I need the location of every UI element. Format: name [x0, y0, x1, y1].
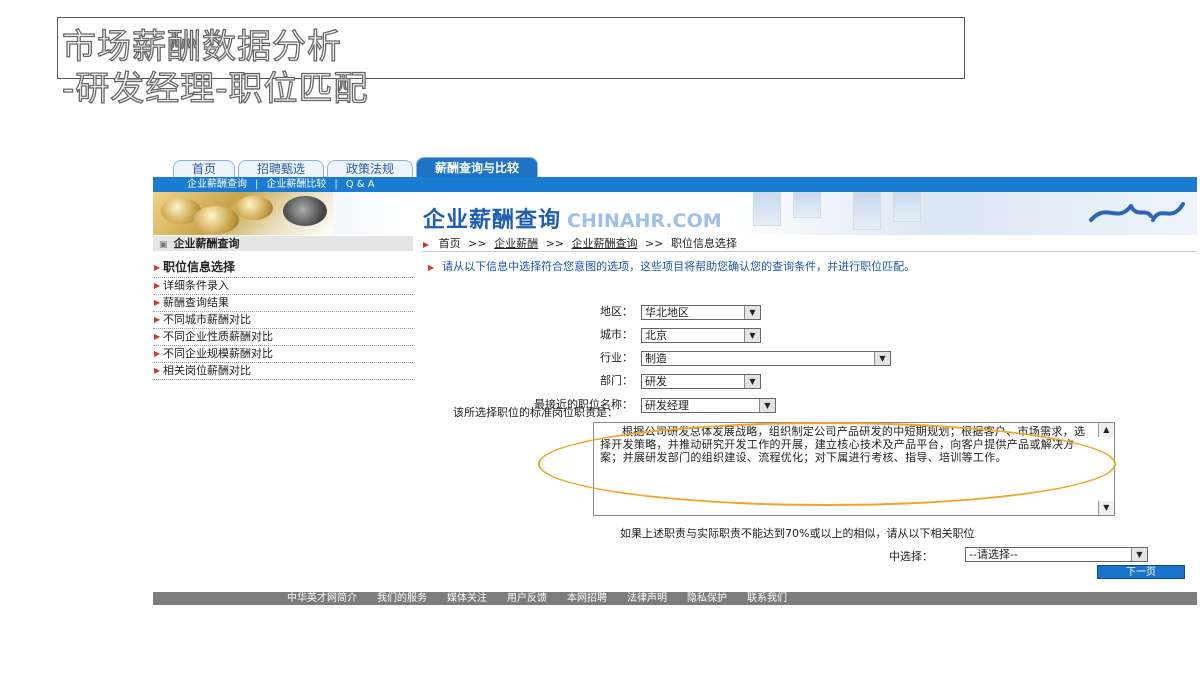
department-select[interactable]: 研发 ▼	[641, 374, 761, 389]
responsibility-textarea[interactable]: 根据公司研发总体发展战略，组织制定公司产品研发的中短期规划；根据客户、市场需求，…	[593, 422, 1115, 516]
bullet-icon: ▶	[154, 281, 161, 290]
site-logo	[1087, 198, 1187, 235]
chinahr-logo-icon	[1089, 202, 1185, 222]
responsibility-text: 根据公司研发总体发展战略，组织制定公司产品研发的中短期规划；根据客户、市场需求，…	[600, 425, 1086, 464]
sub-navigation: 企业薪酬查询 | 企业薪酬比较 | Q & A	[153, 177, 1197, 192]
sidebar-item-related-compare[interactable]: ▶ 相关岗位薪酬对比	[153, 363, 413, 380]
industry-select[interactable]: 制造 ▼	[641, 351, 891, 366]
instruction-text: ▶ 请从以下信息中选择符合您意图的选项，这些项目将帮助您确认您的查询条件，并进行职…	[428, 260, 916, 273]
next-page-button[interactable]: 下一页	[1097, 565, 1185, 579]
city-label: 城市：	[600, 328, 633, 341]
related-position-label: 中选择：	[889, 550, 933, 563]
tab-home[interactable]: 首页	[173, 160, 236, 177]
chevron-down-icon: ▼	[1131, 548, 1148, 561]
calculator-dial-icon	[283, 196, 327, 226]
chevron-down-icon: ▼	[874, 352, 891, 365]
bullet-icon: ▶	[154, 263, 161, 272]
breadcrumb-home[interactable]: 首页	[439, 237, 461, 250]
footer-link-privacy[interactable]: 隐私保护	[687, 592, 727, 605]
sidebar-item-query-result[interactable]: ▶ 薪酬查询结果	[153, 295, 413, 312]
breadcrumb-current: 职位信息选择	[670, 237, 737, 250]
footer-link-legal[interactable]: 法律声明	[627, 592, 667, 605]
footer-link-jobs[interactable]: 本网招聘	[567, 592, 607, 605]
bullet-icon: ▶	[154, 349, 161, 358]
footer-link-contact[interactable]: 联系我们	[747, 592, 787, 605]
sidebar-item-city-compare[interactable]: ▶ 不同城市薪酬对比	[153, 312, 413, 329]
breadcrumb: ▶ 首页 >> 企业薪酬 >> 企业薪酬查询 >> 职位信息选择	[421, 236, 1197, 252]
bullet-icon: ▶	[154, 298, 161, 307]
subnav-salary-compare[interactable]: 企业薪酬比较	[258, 177, 334, 192]
region-select[interactable]: 华北地区 ▼	[641, 305, 761, 320]
slide-title-line1: 市场薪酬数据分析	[61, 26, 342, 67]
region-label: 地区：	[600, 305, 633, 318]
subnav-qa[interactable]: Q & A	[338, 177, 383, 192]
page-banner: 企业薪酬查询 CHINAHR.COM	[153, 192, 1197, 235]
sidebar-item-scale-compare[interactable]: ▶ 不同企业规模薪酬对比	[153, 346, 413, 363]
sidebar-item-detail-entry[interactable]: ▶ 详细条件录入	[153, 278, 413, 295]
footer-link-feedback[interactable]: 用户反馈	[507, 592, 547, 605]
top-tabs: 首页 招聘甄选 政策法规 薪酬查询与比较	[173, 157, 539, 177]
breadcrumb-salary-query[interactable]: 企业薪酬查询	[572, 237, 638, 250]
bullet-icon: ▶	[154, 332, 161, 341]
bullet-icon: ▶	[154, 315, 161, 324]
bullet-icon: ▶	[428, 263, 435, 272]
subnav-divider: |	[334, 179, 338, 190]
footer-link-services[interactable]: 我们的服务	[377, 592, 427, 605]
department-label: 部门：	[600, 374, 633, 387]
footer-links: 中华英才网简介 我们的服务 媒体关注 用户反馈 本网招聘 法律声明 隐私保护 联…	[153, 592, 1197, 605]
scroll-down-icon[interactable]: ▼	[1098, 501, 1114, 515]
slide-title: 市场薪酬数据分析 -研发经理-职位匹配	[61, 26, 369, 110]
sidebar-item-ownership-compare[interactable]: ▶ 不同企业性质薪酬对比	[153, 329, 413, 346]
footer-link-about[interactable]: 中华英才网简介	[287, 592, 357, 605]
scroll-up-icon[interactable]: ▲	[1098, 423, 1114, 437]
embedded-screenshot: 首页 招聘甄选 政策法规 薪酬查询与比较 企业薪酬查询 | 企业薪酬比较 | Q…	[153, 157, 1197, 605]
chevron-down-icon: ▼	[759, 399, 776, 412]
breadcrumb-salary[interactable]: 企业薪酬	[494, 237, 538, 250]
chevron-down-icon: ▼	[744, 375, 761, 388]
banner-title: 企业薪酬查询 CHINAHR.COM	[423, 208, 722, 233]
tab-salary-query[interactable]: 薪酬查询与比较	[416, 157, 539, 177]
similarity-note: 如果上述职责与实际职责不能达到70%或以上的相似，请从以下相关职位	[620, 527, 975, 540]
subnav-salary-query[interactable]: 企业薪酬查询	[153, 177, 255, 192]
chevron-down-icon: ▼	[744, 306, 761, 319]
related-position-select[interactable]: --请选择-- ▼	[965, 547, 1148, 562]
tab-recruitment[interactable]: 招聘甄选	[238, 160, 325, 177]
bullet-icon: ▶	[423, 240, 430, 249]
banner-site: CHINAHR.COM	[567, 210, 722, 232]
responsibility-label: 该所选择职位的标准岗位职责是：	[453, 406, 618, 419]
slide-title-line2: -研发经理-职位匹配	[61, 68, 369, 109]
subnav-divider: |	[255, 179, 259, 190]
footer-link-media[interactable]: 媒体关注	[447, 592, 487, 605]
collapse-icon: ▣	[159, 240, 168, 250]
chevron-down-icon: ▼	[744, 329, 761, 342]
sidebar-header: ▣ 企业薪酬查询	[153, 236, 413, 251]
industry-label: 行业：	[600, 351, 633, 364]
city-select[interactable]: 北京 ▼	[641, 328, 761, 343]
coins-image	[153, 192, 333, 235]
tab-policy[interactable]: 政策法规	[327, 160, 414, 177]
bullet-icon: ▶	[154, 366, 161, 375]
position-select[interactable]: 研发经理 ▼	[641, 398, 776, 413]
sidebar-item-position-info[interactable]: ▶ 职位信息选择	[153, 258, 413, 278]
sidebar-menu: ▶ 职位信息选择 ▶ 详细条件录入 ▶ 薪酬查询结果 ▶ 不同城市薪酬对比 ▶ 不同企业性…	[153, 258, 413, 380]
